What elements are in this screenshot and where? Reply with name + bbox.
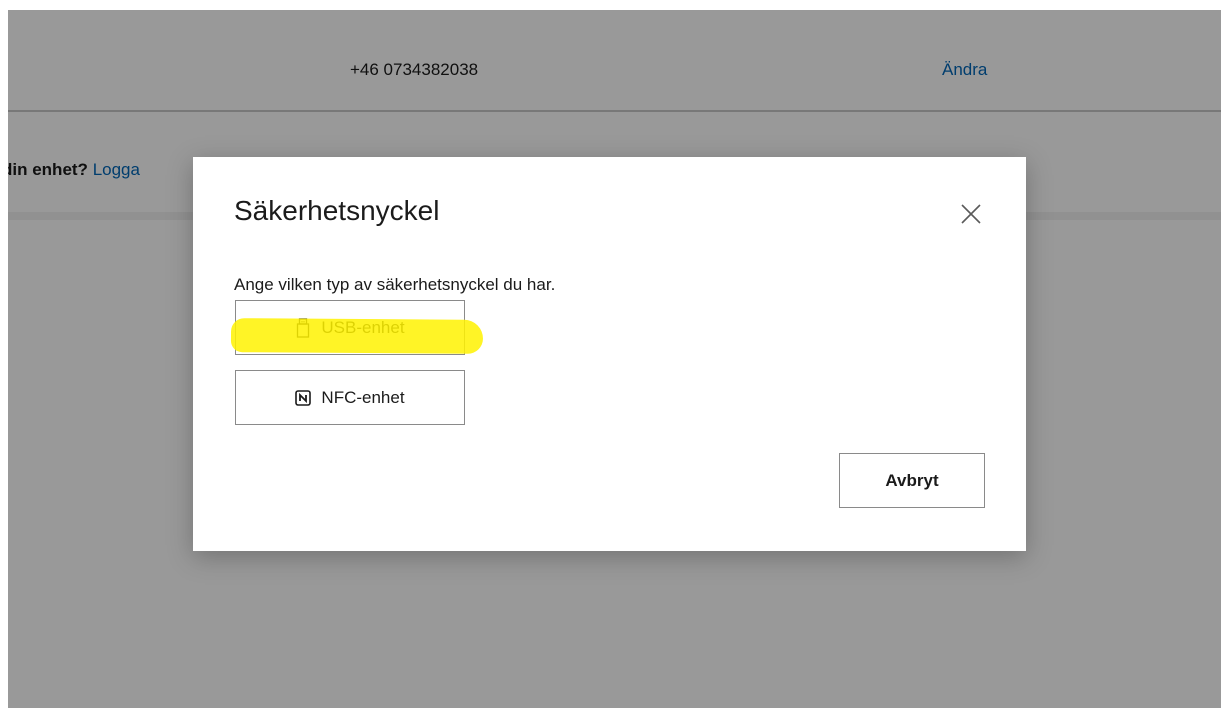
nfc-icon	[295, 388, 312, 408]
close-icon	[961, 204, 981, 224]
dialog-title: Säkerhetsnyckel	[234, 195, 440, 226]
cancel-button[interactable]: Avbryt	[839, 453, 985, 508]
nfc-device-label: NFC-enhet	[321, 387, 405, 407]
top-margin	[0, 0, 1221, 10]
usb-device-label: USB-enhet	[321, 317, 405, 337]
left-margin	[0, 0, 8, 708]
dialog-description: Ange vilken typ av säkerhetsnyckel du ha…	[234, 275, 556, 294]
nfc-device-button[interactable]: NFC-enhet	[235, 370, 465, 425]
close-button[interactable]	[958, 201, 984, 227]
security-key-dialog: Säkerhetsnyckel Ange vilken typ av säker…	[193, 157, 1026, 551]
usb-drive-icon	[295, 317, 311, 338]
screen: +46 0734382038 Ändra din enhet? Logga Sä…	[0, 0, 1221, 708]
usb-device-button[interactable]: USB-enhet	[235, 300, 465, 355]
